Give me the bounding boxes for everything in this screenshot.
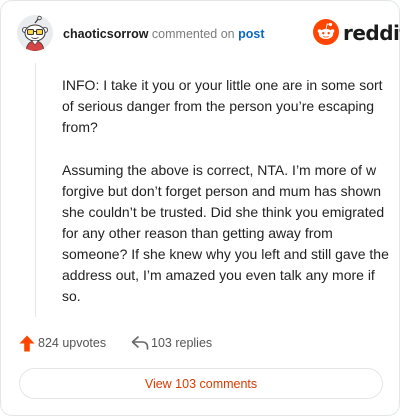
- upvote-count: 824 upvotes: [38, 336, 107, 350]
- reddit-logo-icon: [313, 19, 339, 45]
- view-comments-button[interactable]: View 103 comments: [19, 368, 383, 399]
- reply-count: 103 replies: [151, 336, 213, 350]
- comment-paragraph: INFO: I take it you or your little one a…: [62, 77, 383, 135]
- snoo-avatar-icon: [17, 15, 53, 51]
- comment-header: chaoticsorrow commented on post reddit: [17, 15, 400, 55]
- username-link[interactable]: chaoticsorrow: [63, 27, 148, 41]
- reddit-brand[interactable]: reddit: [313, 19, 400, 47]
- comment-body: INFO: I take it you or your little one a…: [62, 75, 392, 329]
- comment-card: chaoticsorrow commented on post reddit I…: [0, 0, 400, 416]
- comment-paragraph: Assuming the above is correct, NTA. I’m …: [62, 162, 389, 304]
- user-avatar[interactable]: [17, 15, 53, 51]
- reddit-wordmark: reddit: [343, 21, 400, 45]
- post-link[interactable]: post: [238, 27, 264, 41]
- thread-line: [35, 63, 36, 317]
- commented-on-text: commented on: [151, 27, 235, 41]
- upvote-arrow-icon: [19, 335, 35, 352]
- reply-arrow-icon: [131, 336, 149, 350]
- comment-byline: chaoticsorrow commented on post: [63, 27, 264, 41]
